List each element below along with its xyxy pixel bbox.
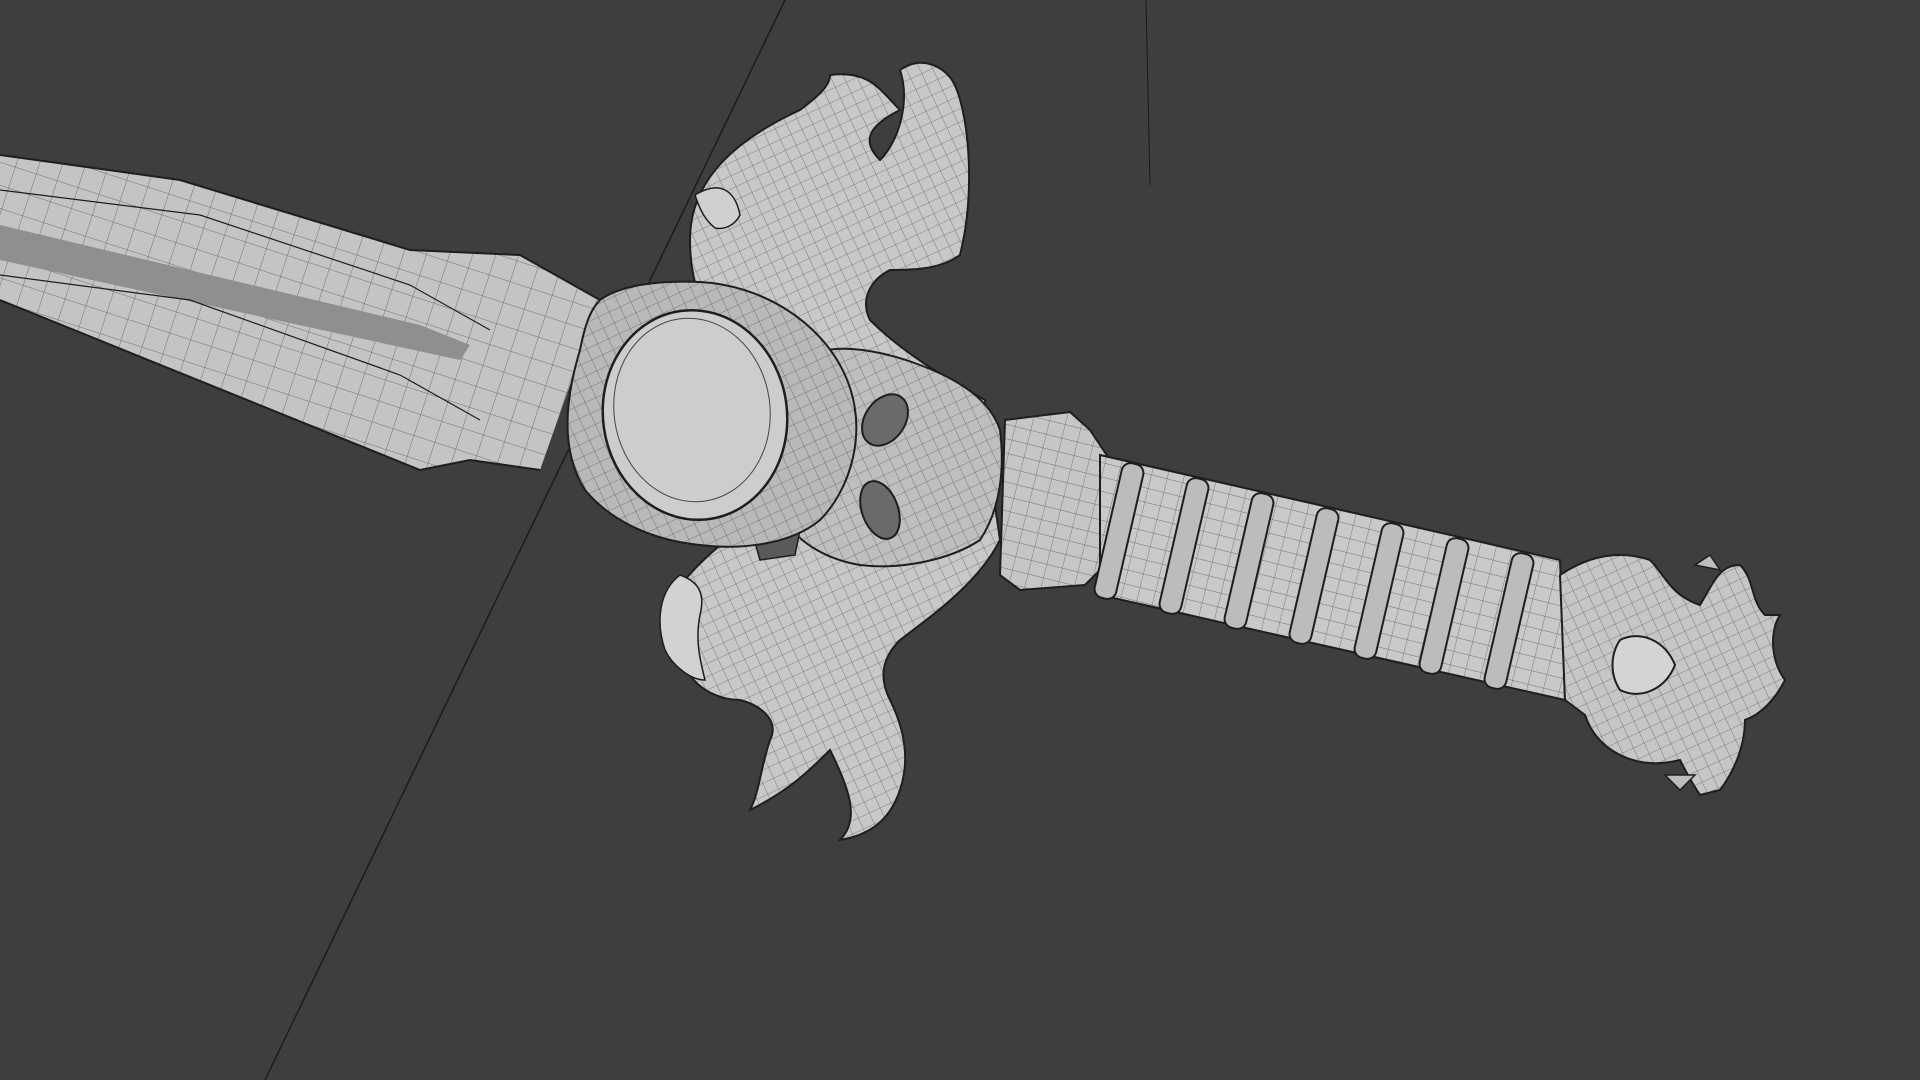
blade[interactable] (0, 154, 601, 472)
guide-line-vertical (1145, 0, 1151, 186)
grip[interactable] (998, 410, 1567, 702)
3d-viewport[interactable] (0, 0, 1920, 1080)
viewport-canvas[interactable] (0, 0, 1920, 1080)
pommel[interactable] (1558, 553, 1787, 797)
